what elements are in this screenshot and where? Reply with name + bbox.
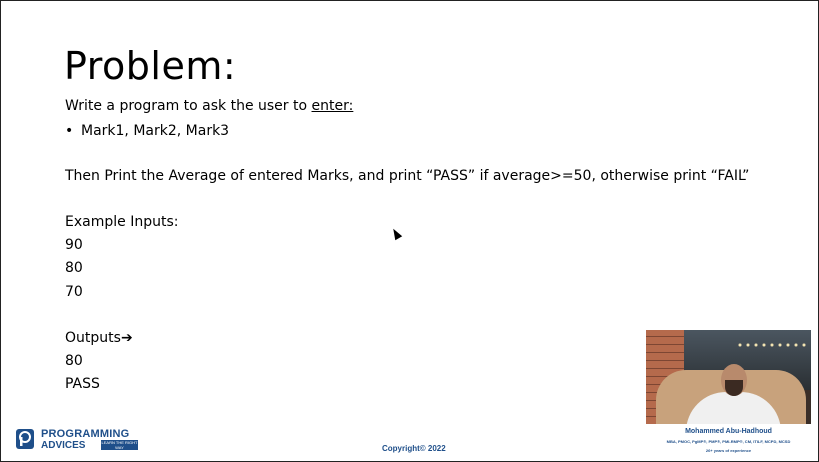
logo-text-line1: PROGRAMMING xyxy=(41,428,130,440)
presenter-credentials: MBA, PMOC, PgMP®, PMP®, PMI-RMP®, CM, IT… xyxy=(666,439,791,444)
slide-title: Problem: xyxy=(64,44,237,88)
bullet-text: Mark1, Mark2, Mark3 xyxy=(81,123,230,139)
programming-advices-logo: PROGRAMMING ADVICES LEARN THE RIGHT WAY xyxy=(15,426,140,454)
bullet-icon: • xyxy=(65,123,74,139)
prompt-text: Write a program to ask the user to xyxy=(65,98,312,114)
presenter-name: Mohammed Abu-Hadhoud xyxy=(685,428,772,435)
input-value: 90 xyxy=(65,237,83,253)
arrow-right-icon: ➔ xyxy=(120,330,133,346)
input-value: 80 xyxy=(65,260,83,276)
logo-text-line2: ADVICES xyxy=(41,440,86,451)
webcam-city-lights xyxy=(736,342,806,348)
logo-tagline: LEARN THE RIGHT WAY xyxy=(101,440,138,450)
outputs-label: Outputs xyxy=(65,330,121,346)
output-value: PASS xyxy=(65,376,100,392)
prompt-underlined: enter: xyxy=(311,98,354,114)
instruction-text: Then Print the Average of entered Marks,… xyxy=(65,168,750,184)
input-value: 70 xyxy=(65,284,83,300)
presenter-experience: 26+ years of experience xyxy=(705,448,752,453)
example-inputs-label: Example Inputs: xyxy=(65,214,179,230)
output-value: 80 xyxy=(65,353,83,369)
programming-advices-logo-icon xyxy=(16,429,34,449)
outputs-label-line: Outputs➔ xyxy=(65,330,133,346)
bullet-item: • Mark1, Mark2, Mark3 xyxy=(65,123,229,139)
prompt-line: Write a program to ask the user to enter… xyxy=(65,98,353,114)
presenter-webcam-video xyxy=(646,330,811,424)
copyright-text: Copyright© 2022 xyxy=(382,444,446,453)
